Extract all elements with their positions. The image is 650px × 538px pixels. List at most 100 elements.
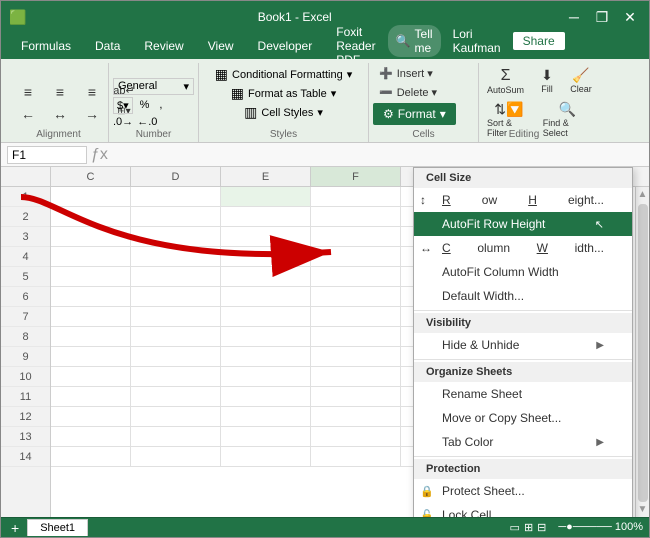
scroll-down-btn[interactable]: ▼	[638, 504, 648, 517]
cell[interactable]	[51, 287, 131, 307]
row-9[interactable]: 9	[1, 347, 50, 367]
cell[interactable]	[131, 267, 221, 287]
align-center-btn[interactable]: ↔	[45, 104, 75, 124]
cell[interactable]	[311, 367, 401, 387]
cell[interactable]	[51, 407, 131, 427]
row-5[interactable]: 5	[1, 267, 50, 287]
cell[interactable]	[51, 307, 131, 327]
cell[interactable]	[51, 227, 131, 247]
row-2[interactable]: 2	[1, 207, 50, 227]
tell-me-input[interactable]: 🔍 Tell me	[388, 25, 441, 57]
cell[interactable]	[221, 327, 311, 347]
number-format-dropdown[interactable]: General ▾	[113, 78, 194, 95]
cell[interactable]	[51, 187, 131, 207]
fill-btn[interactable]: ⬇ Fill	[532, 65, 562, 97]
comma-btn[interactable]: ,	[156, 98, 165, 112]
cell[interactable]	[221, 367, 311, 387]
cell[interactable]	[51, 327, 131, 347]
cell[interactable]	[221, 187, 311, 207]
cell[interactable]	[51, 207, 131, 227]
percent-btn[interactable]: %	[137, 98, 153, 112]
cell[interactable]	[221, 447, 311, 467]
cell[interactable]	[51, 367, 131, 387]
align-top-right-btn[interactable]: ≡	[77, 82, 107, 102]
tab-developer[interactable]: Developer	[246, 33, 325, 59]
decrease-decimal-btn[interactable]: ←.0	[137, 116, 157, 128]
tab-view[interactable]: View	[196, 33, 246, 59]
conditional-formatting-btn[interactable]: ▦ Conditional Formatting ▾	[211, 65, 356, 84]
cell[interactable]	[221, 347, 311, 367]
align-left-btn[interactable]: ←	[13, 104, 43, 124]
cell[interactable]	[311, 387, 401, 407]
cell[interactable]	[221, 307, 311, 327]
cell[interactable]	[311, 407, 401, 427]
lock-cell-item[interactable]: 🔓 Lock Cell	[414, 503, 632, 517]
cell[interactable]	[131, 327, 221, 347]
align-right-btn[interactable]: →	[77, 104, 107, 124]
col-header-d[interactable]: D	[131, 167, 221, 186]
col-header-f[interactable]: F	[311, 167, 401, 186]
cell[interactable]	[51, 247, 131, 267]
hide-unhide-item[interactable]: Hide & Unhide ▶	[414, 333, 632, 357]
row-height-item[interactable]: ↕ Row Height...	[414, 188, 632, 212]
cell[interactable]	[131, 207, 221, 227]
scroll-up-btn[interactable]: ▲	[638, 187, 648, 200]
cell[interactable]	[311, 207, 401, 227]
row-8[interactable]: 8	[1, 327, 50, 347]
cell[interactable]	[311, 187, 401, 207]
tab-review[interactable]: Review	[132, 33, 195, 59]
clear-btn[interactable]: 🧹 Clear	[566, 65, 596, 97]
cell[interactable]	[311, 447, 401, 467]
row-11[interactable]: 11	[1, 387, 50, 407]
cell[interactable]	[131, 227, 221, 247]
cell[interactable]	[51, 387, 131, 407]
sheet1-tab[interactable]: Sheet1	[27, 519, 88, 536]
cell[interactable]	[221, 247, 311, 267]
move-copy-sheet-item[interactable]: Move or Copy Sheet...	[414, 406, 632, 430]
tab-foxit[interactable]: Foxit Reader PDF	[324, 33, 387, 59]
autofit-row-height-item[interactable]: AutoFit Row Height ↖	[414, 212, 632, 236]
row-14[interactable]: 14	[1, 447, 50, 467]
increase-decimal-btn[interactable]: .0→	[113, 116, 133, 128]
sum-btn[interactable]: Σ AutoSum	[483, 65, 528, 97]
col-header-e[interactable]: E	[221, 167, 311, 186]
currency-btn[interactable]: $▾	[113, 97, 133, 114]
cell[interactable]	[221, 207, 311, 227]
tab-color-item[interactable]: Tab Color ▶	[414, 430, 632, 454]
default-width-item[interactable]: Default Width...	[414, 284, 632, 308]
cell[interactable]	[311, 347, 401, 367]
minimize-button[interactable]: ─	[563, 6, 585, 28]
cell[interactable]	[311, 227, 401, 247]
tab-data[interactable]: Data	[83, 33, 132, 59]
page-layout-btn[interactable]: ⊞	[524, 521, 533, 534]
cell[interactable]	[131, 407, 221, 427]
format-btn[interactable]: ⚙ Format ▾	[373, 103, 456, 125]
cell[interactable]	[131, 287, 221, 307]
cell[interactable]	[131, 387, 221, 407]
row-7[interactable]: 7	[1, 307, 50, 327]
cell[interactable]	[311, 307, 401, 327]
cell[interactable]	[221, 407, 311, 427]
name-box[interactable]	[7, 146, 87, 164]
add-sheet-btn[interactable]: +	[7, 520, 23, 536]
cell[interactable]	[311, 267, 401, 287]
cell[interactable]	[311, 287, 401, 307]
delete-btn[interactable]: ➖ Delete ▾	[373, 84, 456, 101]
autofit-column-width-item[interactable]: AutoFit Column Width	[414, 260, 632, 284]
restore-button[interactable]: ❐	[591, 6, 613, 28]
cell[interactable]	[51, 347, 131, 367]
rename-sheet-item[interactable]: Rename Sheet	[414, 382, 632, 406]
cell[interactable]	[131, 187, 221, 207]
tab-formulas[interactable]: Formulas	[9, 33, 83, 59]
format-as-table-btn[interactable]: ▦ Format as Table ▾	[227, 84, 340, 103]
normal-view-btn[interactable]: ▭	[510, 521, 520, 534]
column-width-item[interactable]: ↔ Column Width...	[414, 236, 632, 260]
share-button[interactable]: Share	[513, 32, 565, 50]
row-10[interactable]: 10	[1, 367, 50, 387]
cell[interactable]	[131, 247, 221, 267]
cell[interactable]	[311, 427, 401, 447]
cell[interactable]	[221, 427, 311, 447]
cell[interactable]	[131, 447, 221, 467]
cell[interactable]	[131, 347, 221, 367]
cell[interactable]	[51, 267, 131, 287]
